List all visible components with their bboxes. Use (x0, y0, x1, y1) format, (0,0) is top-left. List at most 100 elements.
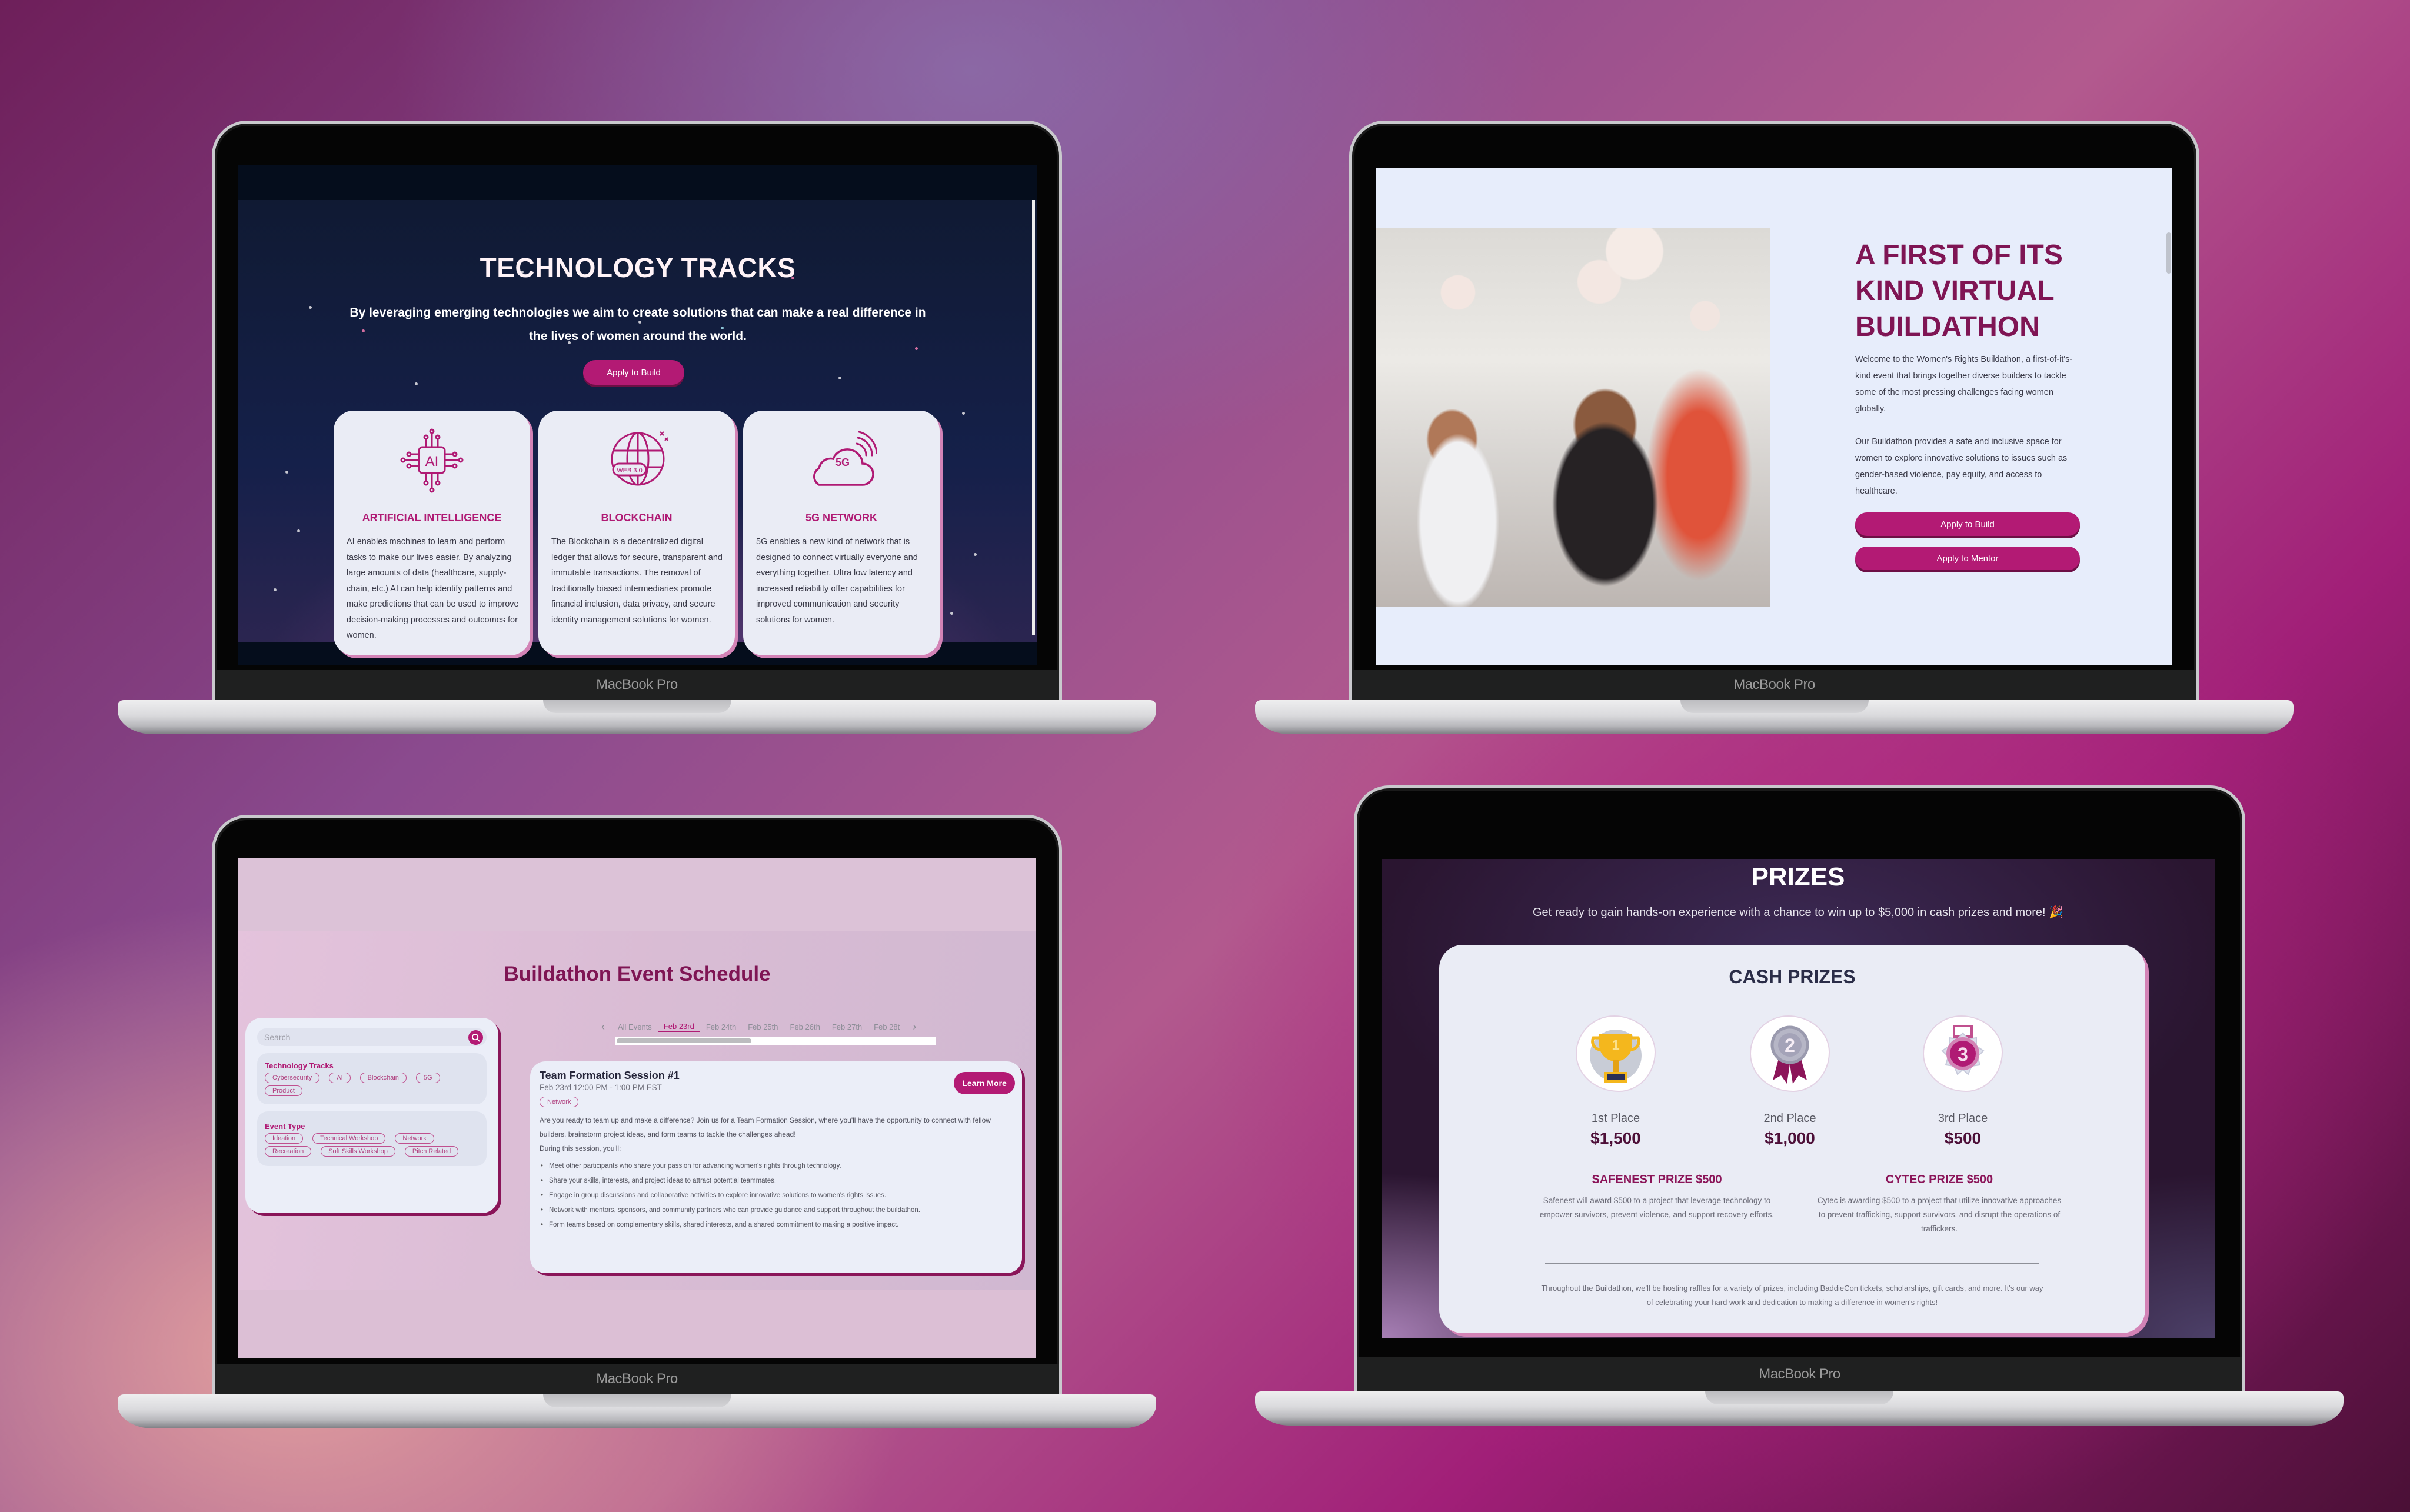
laptop-about: A FIRST OF ITS KIND VIRTUAL BUILDATHON W… (1255, 121, 2294, 735)
event-title: Team Formation Session #1 (540, 1070, 680, 1081)
apply-to-build-button[interactable]: Apply to Build (1855, 512, 2080, 536)
tab-all-events[interactable]: All Events (612, 1023, 658, 1031)
tab-feb-24th[interactable]: Feb 24th (700, 1023, 742, 1031)
web3-globe-icon: WEB 3.0 (611, 431, 668, 486)
chevron-left-icon[interactable]: ‹ (594, 1021, 612, 1033)
tracks-section: TECHNOLOGY TRACKS By leveraging emerging… (238, 200, 1037, 655)
scrollbar[interactable] (2166, 232, 2171, 274)
event-card: Team Formation Session #1 Feb 23rd 12:00… (530, 1061, 1022, 1273)
tab-feb-23rd[interactable]: Feb 23rd (657, 1022, 700, 1032)
laptop-schedule: Buildathon Event Schedule Technology Tra… (118, 815, 1156, 1430)
tab-feb-27th[interactable]: Feb 27th (826, 1023, 868, 1031)
svg-text:2: 2 (1785, 1035, 1795, 1056)
filter-chip-blockchain[interactable]: Blockchain (359, 1073, 407, 1083)
filter-chip-network[interactable]: Network (395, 1133, 434, 1144)
laptop-base (118, 700, 1156, 734)
laptop-lid: TECHNOLOGY TRACKS By leveraging emerging… (212, 121, 1062, 700)
filter-chip-soft-skills-workshop[interactable]: Soft Skills Workshop (321, 1146, 395, 1157)
laptop-base (1255, 700, 2294, 734)
place-amount: $500 (1944, 1129, 1982, 1147)
device-label: MacBook Pro (1733, 677, 1815, 692)
learn-more-button[interactable]: Learn More (954, 1072, 1015, 1094)
filter-chip-technical-workshop[interactable]: Technical Workshop (312, 1133, 386, 1144)
filter-chip-recreation[interactable]: Recreation (265, 1146, 312, 1157)
filter-group-label: Event Type (265, 1122, 305, 1131)
search-box (257, 1028, 487, 1046)
svg-text:WEB 3.0: WEB 3.0 (617, 467, 642, 474)
place-label: 3rd Place (1938, 1112, 1988, 1125)
filter-group-tracks: Technology Tracks Cybersecurity AI Block… (257, 1053, 487, 1104)
filter-chip-product[interactable]: Product (265, 1085, 302, 1096)
filter-chip-pitch-related[interactable]: Pitch Related (404, 1146, 459, 1157)
footer-band (238, 1290, 1036, 1358)
tabs-scrollbar[interactable] (615, 1037, 936, 1045)
list-item: Network with mentors, sponsors, and comm… (540, 1203, 1013, 1218)
event-intro: During this session, you'll: (540, 1144, 621, 1153)
device-label: MacBook Pro (596, 677, 678, 692)
list-item: Share your skills, interests, and projec… (540, 1174, 1013, 1188)
sponsor-prize-cytec: CYTEC PRIZE $500 Cytec is awarding $500 … (1816, 1173, 2063, 1236)
about-paragraph-1: Welcome to the Women's Rights Buildathon… (1855, 355, 2073, 414)
prize-third-place: 3 3rd Place $500 (1904, 1015, 2022, 1148)
laptop-notch (542, 700, 731, 713)
sponsor-description: Safenest will award $500 to a project th… (1539, 1196, 1775, 1219)
chip-list: Ideation Technical Workshop Network Recr… (265, 1133, 479, 1157)
prize-second-place: 2 2nd Place $1,000 (1731, 1015, 1849, 1148)
device-label: MacBook Pro (1759, 1366, 1840, 1382)
screen-prizes: PRIZES Get ready to gain hands-on experi… (1382, 859, 2215, 1338)
filter-chip-5g[interactable]: 5G (415, 1073, 440, 1083)
tab-feb-26th[interactable]: Feb 26th (784, 1023, 826, 1031)
5g-cloud-icon: 5G (813, 431, 877, 486)
laptop-chin: MacBook Pro (215, 670, 1059, 700)
laptop-lid: Buildathon Event Schedule Technology Tra… (212, 815, 1062, 1394)
sponsor-description: Cytec is awarding $500 to a project that… (1817, 1196, 2062, 1233)
screen-schedule: Buildathon Event Schedule Technology Tra… (238, 858, 1036, 1358)
prizes-subtitle: Get ready to gain hands-on experience wi… (1532, 906, 2064, 919)
track-card-ai: AI ARTIFICIAL INTELLIGENCE AI enables ma… (334, 411, 530, 655)
track-title: BLOCKCHAIN (601, 512, 673, 524)
svg-text:1: 1 (1612, 1037, 1619, 1053)
list-item: Engage in group discussions and collabor… (540, 1188, 1013, 1203)
screen-about: A FIRST OF ITS KIND VIRTUAL BUILDATHON W… (1376, 168, 2172, 665)
laptop-chin: MacBook Pro (215, 1364, 1059, 1394)
laptop-notch (542, 1394, 731, 1407)
place-amount: $1,000 (1765, 1129, 1815, 1147)
chevron-right-icon[interactable]: › (906, 1021, 923, 1033)
tab-feb-28th[interactable]: Feb 28t (868, 1023, 906, 1031)
track-title: 5G NETWORK (805, 512, 877, 524)
scrollbar-thumb[interactable] (617, 1038, 751, 1043)
apply-to-build-button[interactable]: Apply to Build (583, 360, 684, 385)
event-photo (1376, 228, 1770, 607)
laptop-technology-tracks: TECHNOLOGY TRACKS By leveraging emerging… (118, 121, 1156, 735)
filter-chip-ideation[interactable]: Ideation (265, 1133, 304, 1144)
event-bullets: Meet other participants who share your p… (540, 1159, 1013, 1233)
filter-chip-ai[interactable]: AI (329, 1073, 351, 1083)
search-input[interactable] (264, 1033, 458, 1042)
about-title: A FIRST OF ITS KIND VIRTUAL BUILDATHON (1855, 239, 2063, 342)
apply-to-mentor-button[interactable]: Apply to Mentor (1855, 547, 2080, 570)
laptop-lid: PRIZES Get ready to gain hands-on experi… (1354, 785, 2245, 1391)
device-label: MacBook Pro (596, 1371, 678, 1387)
search-button[interactable] (468, 1030, 483, 1045)
scrollbar[interactable] (1032, 200, 1035, 635)
laptop-prizes: PRIZES Get ready to gain hands-on experi… (1255, 785, 2344, 1427)
schedule-title: Buildathon Event Schedule (504, 963, 771, 985)
svg-text:5G: 5G (835, 457, 850, 468)
search-icon (471, 1033, 480, 1042)
event-description: Are you ready to team up and make a diff… (540, 1113, 1013, 1155)
event-time: Feb 23rd 12:00 PM - 1:00 PM EST (540, 1083, 662, 1092)
tracks-subtitle: By leveraging emerging technologies we a… (349, 306, 926, 343)
chip-list: Cybersecurity AI Blockchain 5G Product (265, 1073, 479, 1096)
tracks-title: TECHNOLOGY TRACKS (480, 252, 796, 283)
trophy-icon: 1 (1576, 1015, 1656, 1092)
laptop-notch (1705, 1391, 1893, 1404)
place-label: 2nd Place (1763, 1112, 1816, 1125)
track-card-blockchain: WEB 3.0 BLOCKCHAIN The Blockchain is a d… (538, 411, 735, 655)
filter-chip-cybersecurity[interactable]: Cybersecurity (265, 1073, 320, 1083)
tab-feb-25th[interactable]: Feb 25th (742, 1023, 784, 1031)
filter-group-event-type: Event Type Ideation Technical Workshop N… (257, 1111, 487, 1166)
svg-text:AI: AI (425, 454, 439, 469)
track-description: AI enables machines to learn and perform… (347, 537, 519, 640)
list-item: Meet other participants who share your p… (540, 1159, 1013, 1174)
place-amount: $1,500 (1590, 1129, 1641, 1147)
